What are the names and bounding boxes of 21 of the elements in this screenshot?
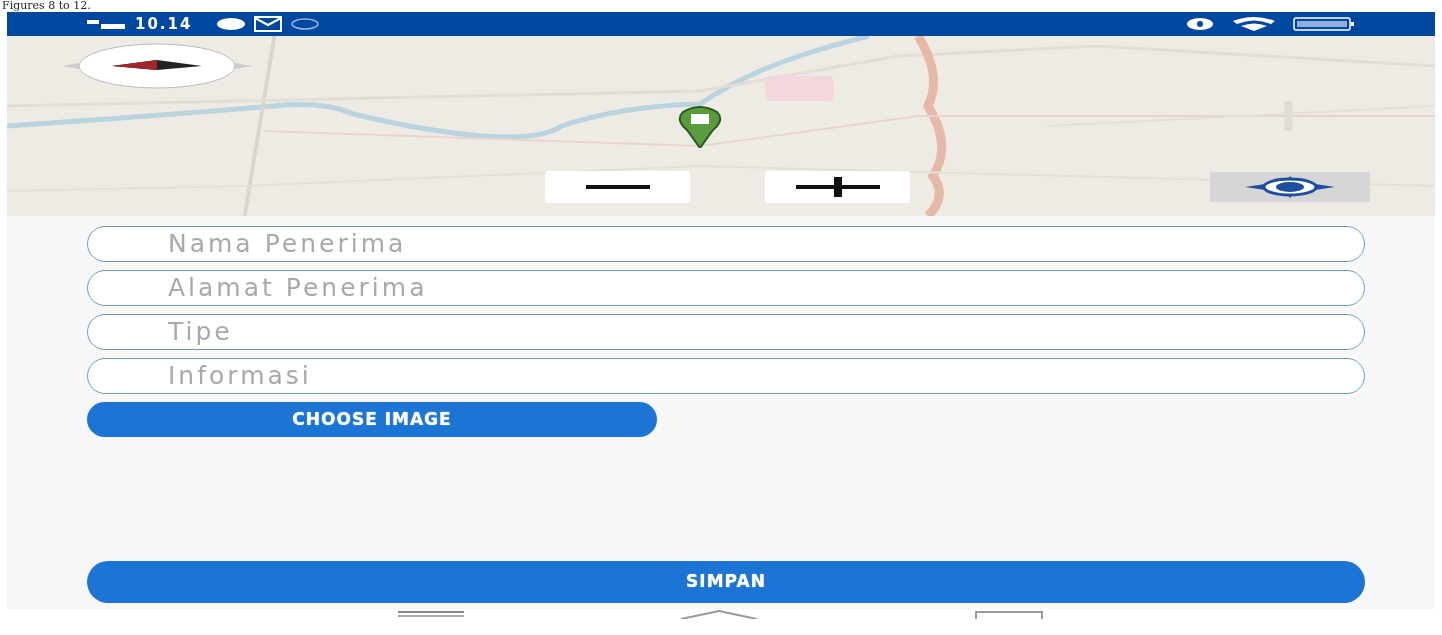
home-icon[interactable]	[679, 609, 759, 619]
menu-icon[interactable]	[397, 609, 464, 617]
input-field[interactable]: Nama Penerima	[87, 226, 1365, 262]
mail-icon	[254, 16, 283, 32]
plus-icon	[795, 177, 880, 197]
battery-icon	[1293, 17, 1355, 31]
figure-caption: Figures 8 to 12.	[1, 0, 92, 12]
choose-image-button[interactable]: CHOOSE IMAGE	[87, 402, 657, 437]
zoom-out-button[interactable]	[545, 171, 690, 203]
zoom-in-button[interactable]	[765, 171, 910, 203]
save-button[interactable]: SIMPAN	[87, 561, 1365, 603]
minus-icon	[585, 185, 650, 189]
my-location-button[interactable]	[1210, 172, 1370, 202]
wifi-icon	[1231, 17, 1277, 31]
signal-icon	[87, 18, 127, 30]
crosshair-icon	[1245, 176, 1335, 198]
back-icon[interactable]	[974, 609, 1045, 619]
input-field[interactable]: Alamat Penerima	[87, 270, 1365, 306]
input-field[interactable]: Informasi	[87, 358, 1365, 394]
clock-time: 10.14	[135, 13, 193, 35]
input-field[interactable]: Tipe	[87, 314, 1365, 350]
